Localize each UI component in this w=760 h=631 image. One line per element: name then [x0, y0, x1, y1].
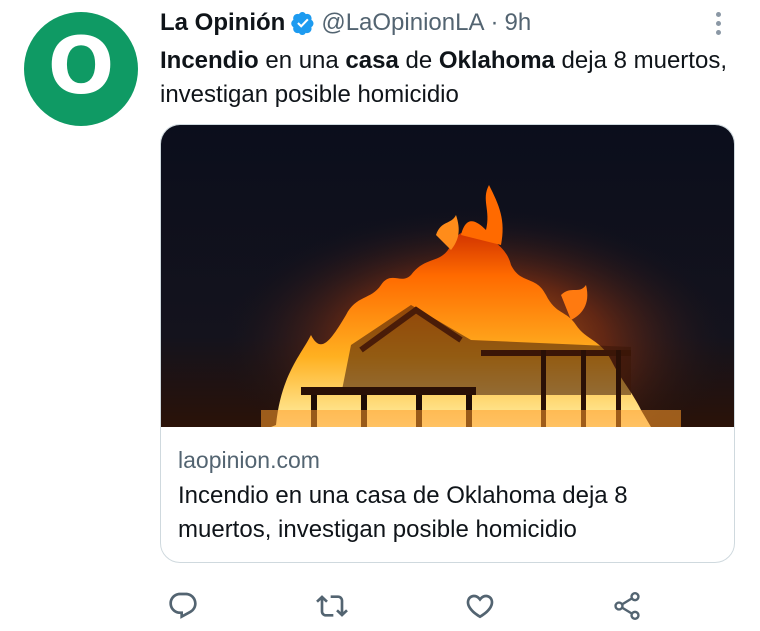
more-dot: [715, 29, 721, 35]
like-button[interactable]: [460, 586, 500, 626]
more-options-icon[interactable]: [706, 8, 730, 38]
share-icon: [614, 592, 640, 620]
author-handle[interactable]: @LaOpinionLA: [321, 9, 484, 37]
tweet-text-segment: en una: [258, 47, 346, 74]
link-card[interactable]: laopinion.com Incendio en una casa de Ok…: [160, 124, 735, 563]
action-bar: [160, 586, 700, 626]
reply-button[interactable]: [163, 586, 203, 626]
tweet-text: Incendio en una casa de Oklahoma deja 8 …: [160, 44, 730, 112]
more-dot: [715, 11, 721, 17]
tweet-text-bold: Oklahoma: [438, 47, 555, 74]
verified-badge-icon: [291, 12, 314, 35]
tweet-text-bold: Incendio: [160, 47, 259, 74]
card-title: Incendio en una casa de Oklahoma deja 8 …: [178, 482, 628, 543]
tweet-timestamp[interactable]: 9h: [504, 9, 531, 37]
reply-icon: [169, 592, 197, 619]
more-dot: [715, 20, 721, 26]
tweet-text-bold: casa: [345, 47, 399, 74]
card-meta: laopinion.com Incendio en una casa de Ok…: [178, 445, 718, 547]
avatar[interactable]: O: [24, 12, 138, 126]
share-button[interactable]: [607, 586, 647, 626]
separator-dot: ·: [490, 9, 499, 36]
card-domain: laopinion.com: [178, 447, 320, 473]
heart-icon: [466, 594, 494, 619]
avatar-logo-letter: O: [47, 22, 115, 112]
retweet-button[interactable]: [312, 586, 352, 626]
tweet-text-segment: de: [398, 47, 439, 74]
card-image-house-fire: [161, 125, 734, 427]
retweet-icon: [316, 595, 348, 617]
tweet-header: La Opinión @LaOpinionLA · 9h: [160, 8, 531, 38]
author-name[interactable]: La Opinión: [160, 9, 285, 37]
